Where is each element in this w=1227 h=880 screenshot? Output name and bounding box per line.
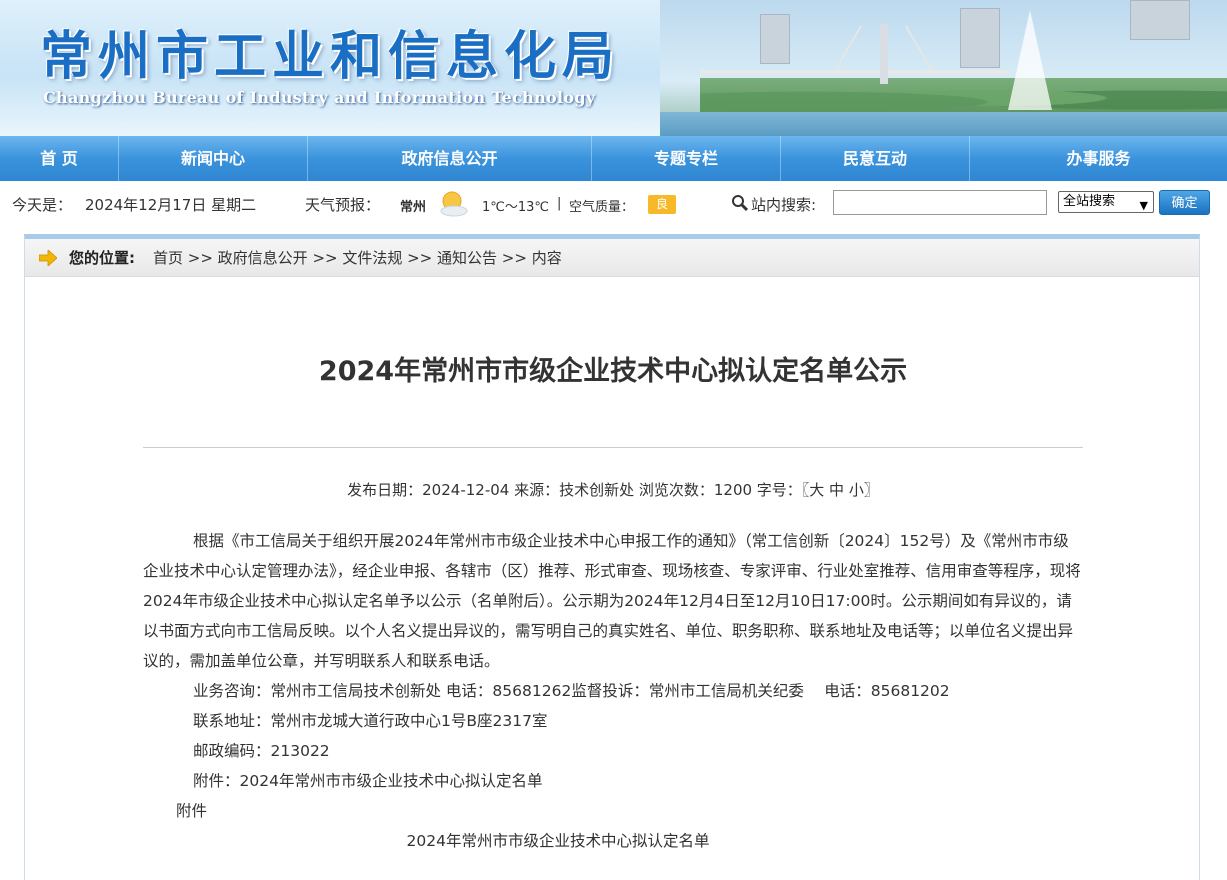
air-quality-badge: 良: [648, 195, 676, 214]
search-icon: [732, 195, 749, 212]
attachment-heading: 附件: [176, 802, 208, 820]
article-body: 根据《市工信局关于组织开展2024年常州市市级企业技术中心申报工作的通知》（常工…: [143, 526, 1083, 856]
list-title: 2024年常州市市级企业技术中心拟认定名单: [406, 832, 710, 850]
search-scope-value: 全站搜索: [1063, 194, 1116, 209]
nav-item-special[interactable]: 专题专栏: [592, 136, 781, 181]
banner-bridge: [700, 70, 1010, 74]
attachment-line[interactable]: 附件：2024年常州市市级企业技术中心拟认定名单: [143, 766, 1083, 796]
article-meta: 发布日期：2024-12-04 来源：技术创新处 浏览次数：1200 字号：〖大…: [347, 481, 879, 499]
nav-item-news[interactable]: 新闻中心: [119, 136, 308, 181]
nav-item-interaction[interactable]: 民意互动: [781, 136, 970, 181]
search-submit-button[interactable]: 确定: [1159, 190, 1210, 215]
search-input[interactable]: [833, 190, 1047, 215]
banner-building: [1130, 0, 1190, 40]
contact-consult: 业务咨询：常州市工信局技术创新处 电话：85681262监督投诉：常州市工信局机…: [193, 682, 950, 700]
search-scope-select[interactable]: 全站搜索 ▼: [1058, 191, 1154, 213]
nav-item-home[interactable]: 首 页: [0, 136, 119, 181]
article-title: 2024年常州市市级企业技术中心拟认定名单公示: [318, 356, 908, 387]
sun-cloud-icon: [440, 191, 468, 217]
article-container: 您的位置: 首页 >> 政府信息公开 >> 文件法规 >> 通知公告 >> 内容…: [24, 234, 1200, 880]
contact-postcode: 邮政编码：213022: [193, 742, 330, 760]
main-nav: 首 页 新闻中心 政府信息公开 专题专栏 民意互动 办事服务: [0, 136, 1227, 181]
contact-address: 联系地址：常州市龙城大道行政中心1号B座2317室: [193, 712, 548, 730]
nav-item-gov-info[interactable]: 政府信息公开: [308, 136, 592, 181]
chevron-down-icon: ▼: [1139, 199, 1148, 212]
site-banner: 常州市工业和信息化局 Changzhou Bureau of Industry …: [0, 0, 1227, 136]
breadcrumb: 您的位置: 首页 >> 政府信息公开 >> 文件法规 >> 通知公告 >> 内容: [25, 239, 1199, 277]
weather-separator: |: [557, 196, 562, 211]
banner-water: [660, 112, 1227, 136]
breadcrumb-path[interactable]: 首页 >> 政府信息公开 >> 文件法规 >> 通知公告 >> 内容: [153, 239, 562, 277]
banner-bridge-pylon: [880, 24, 888, 84]
title-divider: [143, 447, 1083, 448]
site-logo-title: 常州市工业和信息化局: [40, 27, 621, 87]
arrow-right-icon: [39, 250, 57, 266]
banner-monument: [1008, 10, 1052, 110]
banner-building: [760, 14, 790, 64]
banner-building: [960, 8, 1000, 68]
weather-temperature: 1℃～13℃: [482, 200, 550, 215]
article-paragraph: 根据《市工信局关于组织开展2024年常州市市级企业技术中心申报工作的通知》（常工…: [143, 532, 1081, 670]
date-value: 2024年12月17日 星期二: [85, 196, 257, 214]
weather-city: 常州: [400, 200, 427, 215]
nav-item-services[interactable]: 办事服务: [970, 136, 1227, 181]
breadcrumb-label: 您的位置:: [69, 249, 135, 267]
weather-label: 天气预报：: [305, 196, 381, 214]
date-label: 今天是：: [12, 196, 73, 214]
site-logo-subtitle: Changzhou Bureau of Industry and Informa…: [43, 88, 596, 107]
search-label: 站内搜索:: [751, 196, 817, 214]
air-quality-label: 空气质量：: [569, 200, 635, 215]
